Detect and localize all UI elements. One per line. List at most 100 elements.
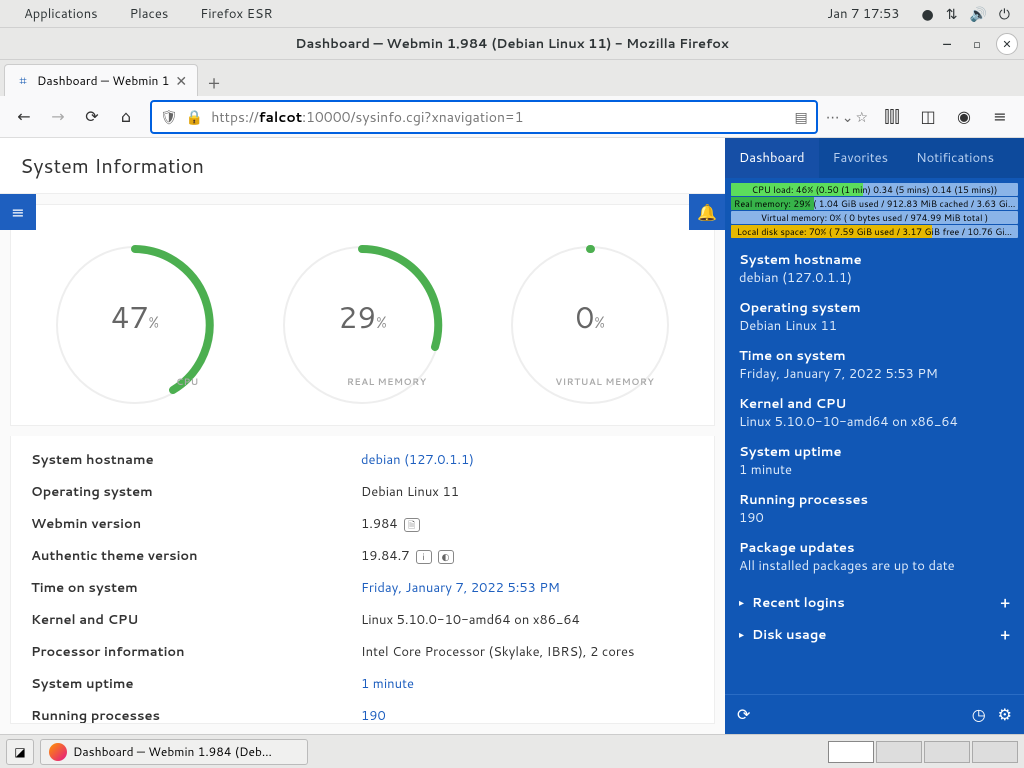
notifications-bell-button[interactable]: 🔔: [689, 194, 725, 230]
close-button[interactable]: ✕: [996, 33, 1018, 55]
gnome-top-bar: Applications Places Firefox ESR Jan 7 17…: [0, 0, 1024, 28]
page-title: System Information: [0, 138, 725, 194]
uptime-link[interactable]: 1 minute: [361, 675, 414, 693]
expand-plus-icon: +: [1000, 593, 1010, 613]
slider-kernel-value: Linux 5.10.0-10-amd64 on x86_64: [739, 413, 1010, 431]
pocket-icon[interactable]: ⌄: [842, 107, 854, 127]
slider-uptime-label: System uptime: [739, 443, 1010, 461]
slider-updates-label: Package updates: [739, 539, 1010, 557]
memory-gauge-value: 29: [338, 295, 376, 338]
time-link[interactable]: Friday, January 7, 2022 5:53 PM: [361, 579, 560, 597]
recent-logins-row[interactable]: ▸Recent logins+: [739, 587, 1010, 619]
main-panel: System Information ≡ 🔔 47% CPU 29% REAL …: [0, 138, 725, 734]
slider-running-value: 190: [739, 509, 1010, 527]
volume-icon[interactable]: 🔊: [963, 4, 992, 24]
library-icon[interactable]: ⫿⫿⫿: [876, 101, 908, 133]
settings-gear-icon[interactable]: ⚙: [998, 703, 1012, 726]
theme-version-value: 19.84.7: [361, 547, 410, 565]
url-text: https://falcot:10000/sysinfo.cgi?xnaviga…: [211, 107, 786, 127]
firefox-toolbar: ← → ⟳ ⌂ 🛡 🔒 https://falcot:10000/sysinfo…: [0, 96, 1024, 138]
clock[interactable]: Jan 7 17:53: [811, 5, 915, 23]
slider-kernel-label: Kernel and CPU: [739, 395, 1010, 413]
running-processes-label: Running processes: [31, 707, 361, 724]
forward-button[interactable]: →: [42, 101, 74, 133]
tab-favorites[interactable]: Favorites: [819, 138, 902, 178]
desktop-1[interactable]: [828, 741, 874, 763]
gauges-row: 47% CPU 29% REAL MEMORY 0% VIRTUAL MEMOR…: [10, 204, 715, 426]
status-dot-icon: ●: [916, 4, 940, 24]
virtual-memory-gauge-value: 0: [575, 295, 594, 338]
os-label: Operating system: [31, 483, 361, 501]
places-menu[interactable]: Places: [114, 5, 185, 23]
cpu-gauge: 47% CPU: [35, 235, 235, 415]
kernel-value: Linux 5.10.0-10-amd64 on x86_64: [361, 611, 694, 629]
bookmark-star-icon[interactable]: ☆: [855, 107, 868, 127]
slider-panel: Dashboard Favorites Notifications CPU lo…: [725, 138, 1024, 734]
chevron-right-icon: ▸: [739, 628, 744, 642]
virtual-memory-bar: Virtual memory: 0% ( 0 bytes used / 974.…: [731, 211, 1018, 224]
changelog-icon[interactable]: 🗎: [404, 518, 420, 532]
disk-usage-row[interactable]: ▸Disk usage+: [739, 619, 1010, 651]
slider-time-label: Time on system: [739, 347, 1010, 365]
webmin-version-label: Webmin version: [31, 515, 361, 533]
slider-footer: ⟳ ◷ ⚙: [725, 694, 1024, 734]
account-icon[interactable]: ◉: [948, 101, 980, 133]
hostname-link[interactable]: debian (127.0.1.1): [361, 451, 474, 469]
cpu-gauge-label: CPU: [176, 375, 199, 388]
running-processes-link[interactable]: 190: [361, 707, 386, 724]
sidebar-toggle-button[interactable]: ≡: [0, 194, 36, 230]
desktop-pager[interactable]: [828, 741, 1018, 763]
firefox-logo-icon: [49, 743, 67, 761]
window-title-bar: Dashboard — Webmin 1.984 (Debian Linux 1…: [0, 28, 1024, 60]
slider-updates-value: All installed packages are up to date: [739, 557, 1010, 575]
disk-space-bar: Local disk space: 70% ( 7.59 GiB used / …: [731, 225, 1018, 238]
hostname-label: System hostname: [31, 451, 361, 469]
tab-dashboard[interactable]: Dashboard: [725, 138, 819, 178]
gauge-icon[interactable]: ◷: [972, 703, 986, 726]
desktop-3[interactable]: [924, 741, 970, 763]
virtual-memory-gauge: 0% VIRTUAL MEMORY: [490, 235, 690, 415]
page-actions-icon[interactable]: ⋯: [826, 107, 840, 127]
virtual-memory-gauge-label: VIRTUAL MEMORY: [555, 375, 654, 388]
browser-tab[interactable]: ⌗ Dashboard — Webmin 1 ✕: [4, 64, 198, 96]
slider-os-label: Operating system: [739, 299, 1010, 317]
url-bar[interactable]: 🛡 🔒 https://falcot:10000/sysinfo.cgi?xna…: [150, 100, 818, 134]
home-button[interactable]: ⌂: [110, 101, 142, 133]
tab-notifications[interactable]: Notifications: [902, 138, 1008, 178]
firefox-task-button[interactable]: Dashboard — Webmin 1.984 (Deb…: [40, 739, 308, 765]
network-icon[interactable]: ⇅: [940, 4, 964, 24]
webmin-favicon-icon: ⌗: [15, 73, 31, 89]
reload-button[interactable]: ⟳: [76, 101, 108, 133]
theme-info-icon[interactable]: i: [416, 550, 432, 564]
desktop-2[interactable]: [876, 741, 922, 763]
tab-close-icon[interactable]: ✕: [175, 71, 187, 91]
applications-menu[interactable]: Applications: [8, 5, 114, 23]
theme-settings-icon[interactable]: ◐: [438, 550, 454, 564]
back-button[interactable]: ←: [8, 101, 40, 133]
desktop-4[interactable]: [972, 741, 1018, 763]
lock-warning-icon[interactable]: 🔒: [186, 107, 203, 127]
reader-mode-icon[interactable]: ▤: [794, 107, 807, 127]
shield-icon[interactable]: 🛡: [160, 107, 178, 127]
power-icon[interactable]: ⏻: [993, 4, 1016, 24]
slider-uptime-value: 1 minute: [739, 461, 1010, 479]
memory-gauge-label: REAL MEMORY: [347, 375, 427, 388]
uptime-label: System uptime: [31, 675, 361, 693]
sidebar-icon[interactable]: ◫: [912, 101, 944, 133]
hamburger-menu-icon[interactable]: ≡: [984, 101, 1016, 133]
minimize-button[interactable]: —: [936, 33, 958, 55]
window-title-text: Dashboard — Webmin 1.984 (Debian Linux 1…: [295, 35, 729, 53]
real-memory-bar: Real memory: 29% ( 1.04 GiB used / 912.8…: [731, 197, 1018, 210]
maximize-button[interactable]: ▫: [966, 33, 988, 55]
kernel-label: Kernel and CPU: [31, 611, 361, 629]
refresh-icon[interactable]: ⟳: [737, 703, 750, 726]
workspace-switcher-button[interactable]: ◪: [6, 739, 34, 765]
cpu-load-bar: CPU load: 46% (0.50 (1 min) 0.34 (5 mins…: [731, 183, 1018, 196]
theme-version-label: Authentic theme version: [31, 547, 361, 565]
new-tab-button[interactable]: +: [200, 68, 228, 96]
firefox-task-label: Dashboard — Webmin 1.984 (Deb…: [73, 743, 272, 760]
expand-plus-icon: +: [1000, 625, 1010, 645]
chevron-right-icon: ▸: [739, 596, 744, 610]
processor-label: Processor information: [31, 643, 361, 661]
firefox-menu[interactable]: Firefox ESR: [184, 5, 288, 23]
